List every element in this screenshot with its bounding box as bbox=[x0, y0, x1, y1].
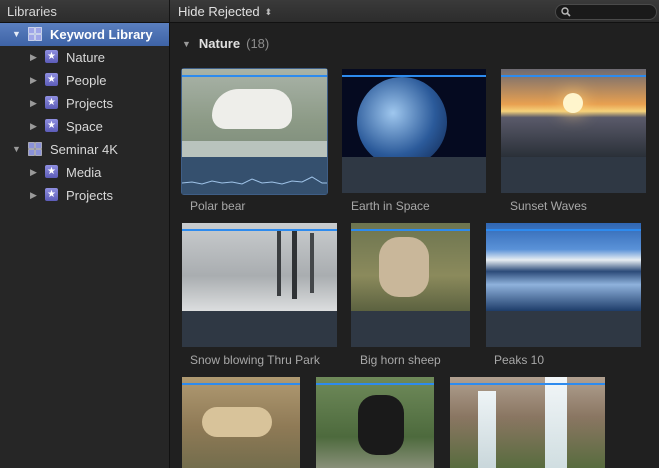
clip-name: Polar bear bbox=[190, 199, 246, 213]
clip-lower-area bbox=[486, 311, 641, 347]
clip-lower-area bbox=[182, 311, 337, 347]
libraries-sidebar: ▼ Keyword Library ▶ ★ Nature ▶ ★ People … bbox=[0, 23, 170, 468]
clip-frame bbox=[501, 69, 646, 157]
earth-shape bbox=[357, 77, 447, 157]
sidebar-item-nature[interactable]: ▶ ★ Nature bbox=[0, 46, 169, 69]
clip-frame bbox=[316, 377, 434, 468]
keyword-bar bbox=[486, 229, 641, 231]
keyword-bar bbox=[501, 75, 646, 77]
clip-thumbnail-peaks-10[interactable] bbox=[486, 223, 641, 347]
sidebar-item-media[interactable]: ▶ ★ Media bbox=[0, 161, 169, 184]
keyword-bar bbox=[342, 75, 486, 77]
disclosure-open-icon[interactable]: ▼ bbox=[12, 144, 21, 154]
clip-thumbnail-sunset-waves[interactable] bbox=[501, 69, 646, 193]
keyword-bar bbox=[450, 383, 605, 385]
clip-browser: ▼ Nature (18) Polar bear Earth in Space Su… bbox=[170, 23, 659, 468]
clip-frame bbox=[450, 377, 605, 468]
clip-frame bbox=[182, 377, 300, 468]
sidebar-item-label: Projects bbox=[66, 188, 113, 203]
sidebar-item-label: Nature bbox=[66, 50, 106, 65]
sidebar-item-space[interactable]: ▶ ★ Space bbox=[0, 115, 169, 138]
keyword-group-header[interactable]: ▼ Nature (18) bbox=[182, 36, 269, 51]
search-icon bbox=[561, 7, 571, 17]
clip-thumbnail-bear[interactable] bbox=[316, 377, 434, 468]
clip-frame bbox=[182, 223, 337, 311]
library-icon bbox=[28, 142, 42, 156]
disclosure-open-icon[interactable]: ▼ bbox=[12, 29, 21, 39]
keyword-collection-icon: ★ bbox=[45, 73, 58, 86]
sidebar-item-label: People bbox=[66, 73, 107, 88]
keyword-collection-icon: ★ bbox=[45, 50, 58, 63]
clip-name: Snow blowing Thru Park bbox=[190, 353, 320, 367]
clip-thumbnail-lions[interactable] bbox=[182, 377, 300, 468]
sidebar-item-label: Projects bbox=[66, 96, 113, 111]
keyword-bar bbox=[182, 229, 337, 231]
sun-shape bbox=[563, 93, 583, 113]
clip-name: Peaks 10 bbox=[494, 353, 545, 367]
sidebar-item-projects[interactable]: ▶ ★ Projects bbox=[0, 92, 169, 115]
keyword-bar bbox=[316, 383, 434, 385]
keyword-bar bbox=[351, 229, 470, 231]
clip-name: Big horn sheep bbox=[360, 353, 441, 367]
clip-thumbnail-big-horn-sheep[interactable] bbox=[351, 223, 470, 347]
disclosure-closed-icon[interactable]: ▶ bbox=[30, 52, 37, 63]
lion-shape bbox=[202, 407, 272, 437]
disclosure-closed-icon[interactable]: ▶ bbox=[30, 121, 37, 132]
clip-frame bbox=[351, 223, 470, 311]
disclosure-closed-icon[interactable]: ▶ bbox=[30, 75, 37, 86]
tree-shape bbox=[277, 231, 281, 296]
keyword-bar bbox=[182, 75, 327, 77]
ice-shape bbox=[182, 141, 327, 157]
keyword-collection-icon: ★ bbox=[45, 96, 58, 109]
hide-rejected-filter[interactable]: Hide Rejected ⬍ bbox=[178, 4, 272, 19]
clip-thumbnail-waterfall[interactable] bbox=[450, 377, 605, 468]
library-icon bbox=[28, 27, 42, 41]
keyword-bar bbox=[182, 383, 300, 385]
group-name: Nature bbox=[198, 36, 241, 51]
sidebar-item-people[interactable]: ▶ ★ People bbox=[0, 69, 169, 92]
libraries-header: Libraries bbox=[7, 4, 57, 19]
tree-shape bbox=[310, 233, 314, 293]
group-count: (18) bbox=[246, 36, 270, 51]
clip-frame bbox=[486, 223, 641, 311]
disclosure-closed-icon[interactable]: ▶ bbox=[30, 190, 37, 201]
black-bear-shape bbox=[358, 395, 404, 455]
sheep-shape bbox=[379, 237, 429, 297]
clip-frame bbox=[342, 69, 486, 157]
audio-waveform bbox=[181, 157, 327, 194]
sidebar-item-seminar-4k[interactable]: ▼ Seminar 4K bbox=[0, 138, 169, 161]
sidebar-item-label: Keyword Library bbox=[50, 27, 153, 42]
clip-thumbnail-snow-blowing[interactable] bbox=[182, 223, 337, 347]
disclosure-open-icon[interactable]: ▼ bbox=[182, 39, 191, 49]
tree-shape bbox=[292, 229, 297, 299]
waterfall-shape bbox=[545, 377, 567, 468]
disclosure-closed-icon[interactable]: ▶ bbox=[30, 98, 37, 109]
keyword-collection-icon: ★ bbox=[45, 188, 58, 201]
waveform-icon bbox=[181, 176, 327, 185]
sidebar-item-label: Seminar 4K bbox=[50, 142, 118, 157]
clip-thumbnail-polar-bear[interactable] bbox=[181, 68, 328, 195]
top-toolbar: Libraries Hide Rejected ⬍ bbox=[0, 0, 659, 23]
clip-name: Earth in Space bbox=[351, 199, 430, 213]
sidebar-item-keyword-library[interactable]: ▼ Keyword Library bbox=[0, 23, 169, 46]
popup-arrows-icon: ⬍ bbox=[264, 7, 273, 17]
keyword-collection-icon: ★ bbox=[45, 165, 58, 178]
keyword-collection-icon: ★ bbox=[45, 119, 58, 132]
clip-name: Sunset Waves bbox=[510, 199, 587, 213]
disclosure-closed-icon[interactable]: ▶ bbox=[30, 167, 37, 178]
waterfall-shape bbox=[478, 391, 496, 468]
clip-lower-area bbox=[342, 157, 486, 193]
polar-bear-shape bbox=[212, 89, 292, 129]
sidebar-item-projects-2[interactable]: ▶ ★ Projects bbox=[0, 184, 169, 207]
clip-lower-area bbox=[351, 311, 470, 347]
sidebar-item-label: Space bbox=[66, 119, 103, 134]
filter-label: Hide Rejected bbox=[178, 4, 260, 19]
clip-lower-area bbox=[501, 157, 646, 193]
clip-thumbnail-earth-in-space[interactable] bbox=[342, 69, 486, 193]
sidebar-item-label: Media bbox=[66, 165, 102, 180]
pane-divider[interactable] bbox=[169, 0, 170, 22]
clip-frame bbox=[182, 69, 327, 157]
search-field[interactable] bbox=[555, 4, 657, 20]
